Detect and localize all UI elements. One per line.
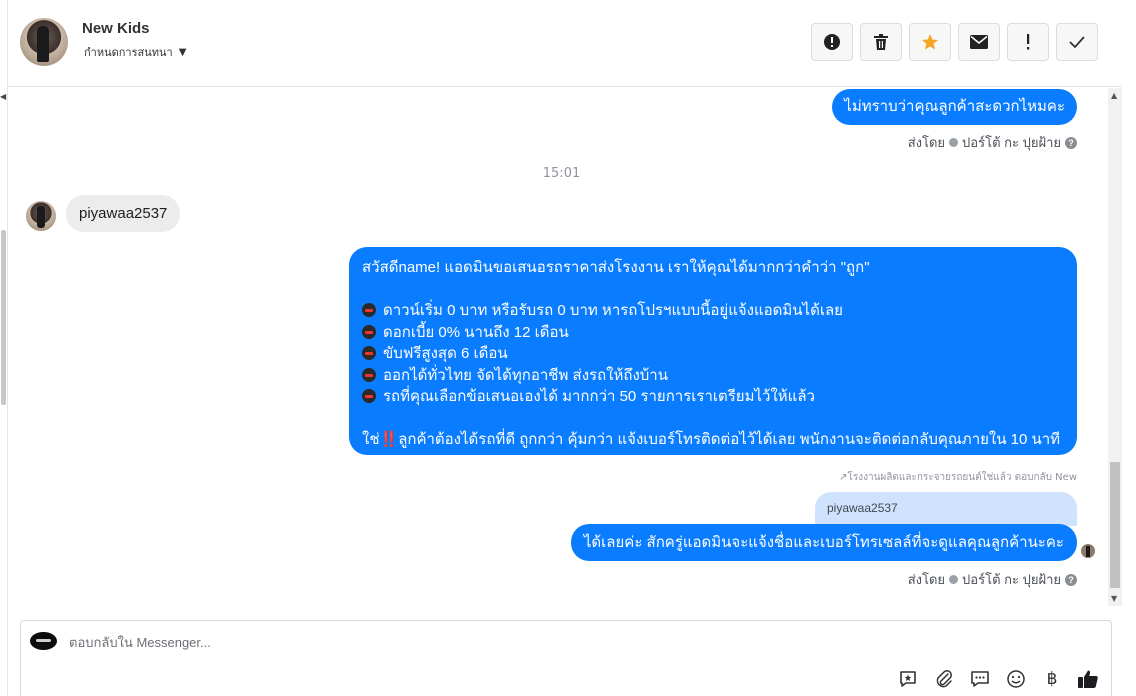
sent-by-label: ส่งโดย [907,572,946,587]
assign-conversation-dropdown[interactable]: กำหนดการสนทนา ▼ [84,43,186,61]
delete-button[interactable] [860,23,902,61]
promo-bullet: ออกได้ทั่วไทย จัดได้ทุกอาชีพ ส่งรถให้ถึง… [362,365,1064,387]
sender-name: ปอร์โต้ กะ ปุยฝ้าย [962,572,1061,587]
caret-down-icon: ▼ [178,46,187,58]
message-thread: ไม่ทราบว่าคุณลูกค้าสะดวกไหมคะ ส่งโดย ปอร… [8,88,1108,606]
scroll-up-icon[interactable]: ▲ [1111,91,1117,100]
chat-bubbles-icon[interactable] [969,668,991,690]
trash-icon [874,34,888,50]
car-emoji-icon [362,303,376,317]
left-caret-icon: ◀ [0,92,7,101]
exclamation-circle-icon [824,34,840,50]
priority-button[interactable] [1007,23,1049,61]
sender-name: ปอร์โต้ กะ ปุยฝ้าย [962,135,1061,150]
promo-greeting: สวัสดีname! แอดมินขอเสนอรถราคาส่งโรงงาน … [362,259,870,276]
sent-by-label: ส่งโดย [907,135,946,150]
scrollbar-thumb[interactable] [1110,462,1120,588]
left-panel-edge: ◀ [0,0,8,696]
star-button[interactable] [909,23,951,61]
car-emoji-icon [362,346,376,360]
quoted-message[interactable]: piyawaa2537 [815,492,1077,526]
sender-dot-icon [949,138,959,147]
message-outgoing-promo[interactable]: สวัสดีname! แอดมินขอเสนอรถราคาส่งโรงงาน … [349,247,1077,455]
car-emoji-icon [362,389,376,403]
message-timestamp: 15:01 [542,166,581,181]
promo-bullet: ขับฟรีสูงสุด 6 เดือน [362,343,1064,365]
promo-bullet: ดอกเบี้ย 0% นานถึง 12 เดือน [362,322,1064,344]
left-scrollbar-thumb[interactable] [1,230,6,405]
check-icon [1069,36,1085,48]
emoji-icon[interactable] [1005,668,1027,690]
contact-avatar-small [26,201,56,231]
quick-reply-icon[interactable] [897,668,919,690]
reply-input[interactable] [69,631,769,653]
message-outgoing[interactable]: ไม่ทราบว่าคุณลูกค้าสะดวกไหมคะ [832,89,1077,125]
baht-icon[interactable]: ฿ [1041,668,1063,690]
assign-label: กำหนดการสนทนา [84,46,173,59]
star-icon [922,34,938,50]
scroll-down-icon[interactable]: ▼ [1111,594,1117,603]
exclamation-icon [1027,34,1030,50]
help-icon[interactable]: ? [1065,573,1077,586]
reply-context-note: ↗โรงงานผลิตและกระจายรถยนต์ใช่แล้ว ตอบกลั… [839,472,1077,483]
promo-bullet: ดาวน์เริ่ม 0 บาท หรือรับรถ 0 บาท หารถโปร… [362,300,1064,322]
done-button[interactable] [1056,23,1098,61]
help-icon[interactable]: ? [1065,136,1077,149]
read-receipt-avatar [1081,544,1095,558]
thumbs-up-icon[interactable] [1077,668,1099,690]
page-avatar [30,632,57,650]
contact-avatar[interactable] [20,18,68,66]
mail-button[interactable] [958,23,1000,61]
alert-button[interactable] [811,23,853,61]
message-incoming[interactable]: piyawaa2537 [66,195,181,232]
conversation-toolbar [811,23,1098,61]
message-outgoing[interactable]: ได้เลยค่ะ สักครู่แอดมินจะแจ้งชื่อและเบอร… [570,524,1077,561]
thread-scrollbar[interactable]: ▲ ▼ [1108,88,1122,606]
envelope-icon [970,35,988,49]
sender-dot-icon [949,575,959,584]
contact-name[interactable]: New Kids [82,20,150,37]
double-exclamation-icon: ‼️ [379,431,399,448]
promo-bullet: รถที่คุณเลือกข้อเสนอเองได้ มากกว่า 50 รา… [362,386,1064,408]
car-emoji-icon [362,367,376,382]
message-composer: ฿ [20,620,1112,696]
promo-closing: ใช่‼️ลูกค้าต้องได้รถที่ดี ถูกกว่า คุ้มกว… [362,431,1061,448]
message-sender-info: ส่งโดย ปอร์โต้ กะ ปุยฝ้าย ? [908,132,1077,153]
composer-tools: ฿ [897,668,1099,690]
conversation-header: New Kids กำหนดการสนทนา ▼ [8,0,1122,87]
message-sender-info: ส่งโดย ปอร์โต้ กะ ปุยฝ้าย ? [908,569,1077,590]
car-emoji-icon [362,324,376,339]
attachment-icon[interactable] [933,668,955,690]
